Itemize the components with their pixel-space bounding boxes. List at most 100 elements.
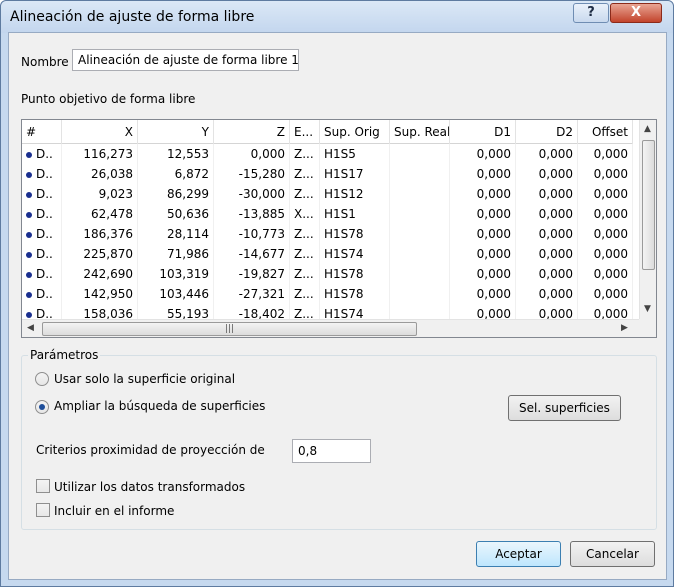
table-cell: 0,000 — [578, 184, 633, 204]
col-header-num[interactable]: # — [22, 120, 62, 144]
vertical-scrollbar[interactable]: ▲ ▼ — [639, 120, 656, 319]
table-cell: 0,000 — [578, 244, 633, 264]
table-cell: 103,319 — [138, 264, 214, 284]
table-cell: 0,000 — [450, 264, 516, 284]
table-cell: 0,000 — [578, 284, 633, 304]
table-cell: D.. — [22, 184, 62, 204]
table-cell: 0,000 — [450, 164, 516, 184]
table-row[interactable]: D.. 26,038 6,872 -15,280 Z... H1S17 0,000 0,000… — [22, 164, 633, 184]
checkbox-transformed-data[interactable] — [36, 479, 50, 493]
table-cell-text: D.. — [36, 207, 53, 221]
col-header-sup-orig[interactable]: Sup. Orig — [320, 120, 390, 144]
col-header-offset[interactable]: Offset — [578, 120, 633, 144]
table-cell: 0,000 — [516, 244, 578, 264]
table-cell: 0,000 — [450, 284, 516, 304]
table-cell: 225,870 — [62, 244, 138, 264]
dialog-window: Alineación de ajuste de forma libre ? X … — [0, 0, 674, 587]
table-cell: H1S1 — [320, 204, 390, 224]
point-marker-icon — [26, 191, 32, 198]
col-header-sup-real[interactable]: Sup. Real — [390, 120, 450, 144]
table-cell: 0,000 — [450, 184, 516, 204]
table-cell: -19,827 — [214, 264, 290, 284]
table-cell: 86,299 — [138, 184, 214, 204]
select-surfaces-button[interactable]: Sel. superficies — [508, 395, 621, 421]
help-button[interactable]: ? — [573, 3, 609, 23]
radio-original-surface[interactable] — [35, 372, 49, 386]
radio-original-surface-label[interactable]: Usar solo la superficie original — [54, 372, 235, 386]
table-cell: 242,690 — [62, 264, 138, 284]
table-cell: D.. — [22, 144, 62, 164]
table-cell: -30,000 — [214, 184, 290, 204]
table-cell: 50,636 — [138, 204, 214, 224]
scroll-up-icon[interactable]: ▲ — [644, 124, 651, 134]
table-cell: -15,280 — [214, 164, 290, 184]
table-cell: Z... — [290, 284, 320, 304]
col-header-z[interactable]: Z — [214, 120, 290, 144]
point-marker-icon — [26, 211, 32, 218]
table-cell: 0,000 — [214, 144, 290, 164]
scroll-down-icon[interactable]: ▼ — [644, 304, 651, 314]
table-cell-text: D.. — [36, 147, 53, 161]
col-header-x[interactable]: X — [62, 120, 138, 144]
table-cell — [390, 164, 450, 184]
checkbox-transformed-data-label[interactable]: Utilizar los datos transformados — [54, 480, 245, 494]
cancel-button[interactable]: Cancelar — [570, 541, 655, 567]
table-cell: 0,000 — [516, 204, 578, 224]
table-cell: 12,553 — [138, 144, 214, 164]
table-cell: 0,000 — [578, 164, 633, 184]
table-row[interactable]: D.. 9,023 86,299 -30,000 Z... H1S12 0,000 0,000… — [22, 184, 633, 204]
criteria-input[interactable]: 0,8 — [292, 439, 371, 463]
horizontal-scrollbar[interactable]: ◀ ||| ▶ — [22, 319, 639, 337]
table-cell: 0,000 — [450, 204, 516, 224]
accept-button[interactable]: Aceptar — [476, 541, 561, 567]
table-cell: 0,000 — [578, 224, 633, 244]
table-cell: 62,478 — [62, 204, 138, 224]
close-button[interactable]: X — [610, 3, 662, 23]
nombre-input[interactable]: Alineación de ajuste de forma libre 1 — [72, 49, 299, 71]
table-cell: H1S78 — [320, 224, 390, 244]
table-header: # X Y Z E... Sup. Orig Sup. Real D1 D2 O… — [22, 120, 633, 144]
table-row[interactable]: D.. 225,870 71,986 -14,677 Z... H1S74 0,000 0,0… — [22, 244, 633, 264]
point-marker-icon — [26, 311, 32, 318]
vertical-scroll-thumb[interactable] — [642, 140, 655, 270]
table-row[interactable]: D.. 142,950 103,446 -27,321 Z... H1S78 0,000 0,… — [22, 284, 633, 304]
table-cell: H1S12 — [320, 184, 390, 204]
table-cell-text: D.. — [36, 227, 53, 241]
title-bar[interactable]: Alineación de ajuste de forma libre ? X — [1, 1, 673, 33]
col-header-y[interactable]: Y — [138, 120, 214, 144]
table-cell: 0,000 — [450, 144, 516, 164]
target-points-table[interactable]: # X Y Z E... Sup. Orig Sup. Real D1 D2 O… — [21, 119, 657, 338]
table-row[interactable]: D.. 186,376 28,114 -10,773 Z... H1S78 0,000 0,0… — [22, 224, 633, 244]
table-cell: D.. — [22, 224, 62, 244]
table-cell: Z... — [290, 224, 320, 244]
table-cell: 142,950 — [62, 284, 138, 304]
table-cell: H1S5 — [320, 144, 390, 164]
scroll-left-icon[interactable]: ◀ — [27, 323, 34, 333]
col-header-d2[interactable]: D2 — [516, 120, 578, 144]
scroll-right-icon[interactable]: ▶ — [621, 323, 628, 333]
checkbox-include-report[interactable] — [36, 503, 50, 517]
table-cell-text: D.. — [36, 287, 53, 301]
col-header-d1[interactable]: D1 — [450, 120, 516, 144]
table-row[interactable]: D.. 242,690 103,319 -19,827 Z... H1S78 0,000 0,… — [22, 264, 633, 284]
radio-extend-search[interactable] — [35, 400, 49, 414]
table-cell: 71,986 — [138, 244, 214, 264]
table-cell — [390, 244, 450, 264]
checkbox-include-report-label[interactable]: Incluir en el informe — [54, 504, 174, 518]
point-marker-icon — [26, 171, 32, 178]
table-cell: 0,000 — [516, 284, 578, 304]
table-cell: Z... — [290, 164, 320, 184]
horizontal-scroll-thumb[interactable]: ||| — [42, 322, 417, 336]
table-cell: H1S17 — [320, 164, 390, 184]
table-cell: D.. — [22, 244, 62, 264]
table-cell — [390, 144, 450, 164]
table-cell: Z... — [290, 244, 320, 264]
table-cell-text: D.. — [36, 247, 53, 261]
col-header-e[interactable]: E... — [290, 120, 320, 144]
table-row[interactable]: D.. 62,478 50,636 -13,885 X... H1S1 0,000 0,000… — [22, 204, 633, 224]
table-cell: H1S78 — [320, 264, 390, 284]
table-row[interactable]: D.. 116,273 12,553 0,000 Z... H1S5 0,000 0,000 0… — [22, 144, 633, 164]
table-cell: 0,000 — [578, 204, 633, 224]
table-cell: D.. — [22, 264, 62, 284]
radio-extend-search-label[interactable]: Ampliar la búsqueda de superficies — [54, 399, 265, 413]
